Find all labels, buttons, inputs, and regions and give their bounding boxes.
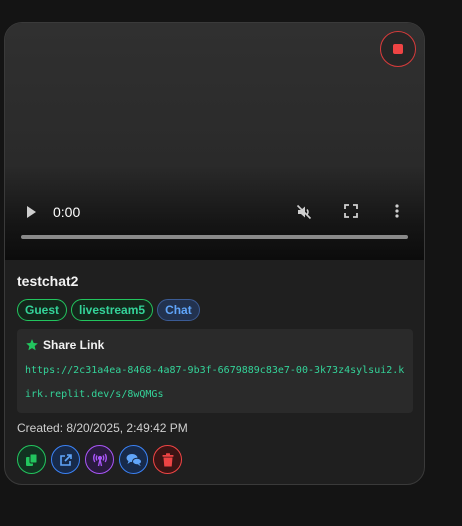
open-chat-button[interactable] <box>119 445 148 474</box>
broadcast-icon <box>92 453 107 466</box>
external-link-icon <box>59 453 72 466</box>
more-icon <box>395 204 399 218</box>
mute-button[interactable] <box>295 203 313 221</box>
share-link-box: Share Link https://2c31a4ea-8468-4a87-9b… <box>17 329 413 413</box>
action-bar <box>17 445 182 474</box>
video-controls: 0:00 <box>5 197 424 227</box>
stop-icon <box>393 44 403 54</box>
stop-recording-button[interactable] <box>380 31 416 67</box>
mute-icon <box>296 204 312 220</box>
broadcast-button[interactable] <box>85 445 114 474</box>
share-link-url[interactable]: https://2c31a4ea-8468-4a87-9b3f-6679889c… <box>25 359 405 407</box>
tag-livestream: livestream5 <box>71 299 154 321</box>
play-button[interactable] <box>23 204 39 220</box>
video-time: 0:00 <box>53 204 81 220</box>
share-link-header: Share Link <box>25 338 104 352</box>
open-link-button[interactable] <box>51 445 80 474</box>
play-icon <box>27 206 36 218</box>
tag-list: Guest livestream5 Chat <box>17 299 200 321</box>
star-icon <box>26 339 38 351</box>
fullscreen-button[interactable] <box>343 203 359 219</box>
delete-stream-button[interactable] <box>153 445 182 474</box>
fullscreen-icon <box>344 204 358 218</box>
stream-card: 0:00 testchat2 Guest livestream5 Chat Sh… <box>4 22 425 485</box>
stream-title: testchat2 <box>17 273 79 289</box>
more-options-button[interactable] <box>393 203 401 219</box>
trash-icon <box>162 452 173 466</box>
chat-icon <box>126 453 142 466</box>
video-player[interactable]: 0:00 <box>5 23 424 260</box>
copy-link-button[interactable] <box>17 445 46 474</box>
chat-badge[interactable]: Chat <box>157 299 200 321</box>
created-timestamp: Created: 8/20/2025, 2:49:42 PM <box>17 421 188 435</box>
video-progress-bar[interactable] <box>21 235 408 239</box>
share-link-title: Share Link <box>43 338 105 352</box>
tag-guest: Guest <box>17 299 68 321</box>
copy-icon <box>25 453 37 466</box>
